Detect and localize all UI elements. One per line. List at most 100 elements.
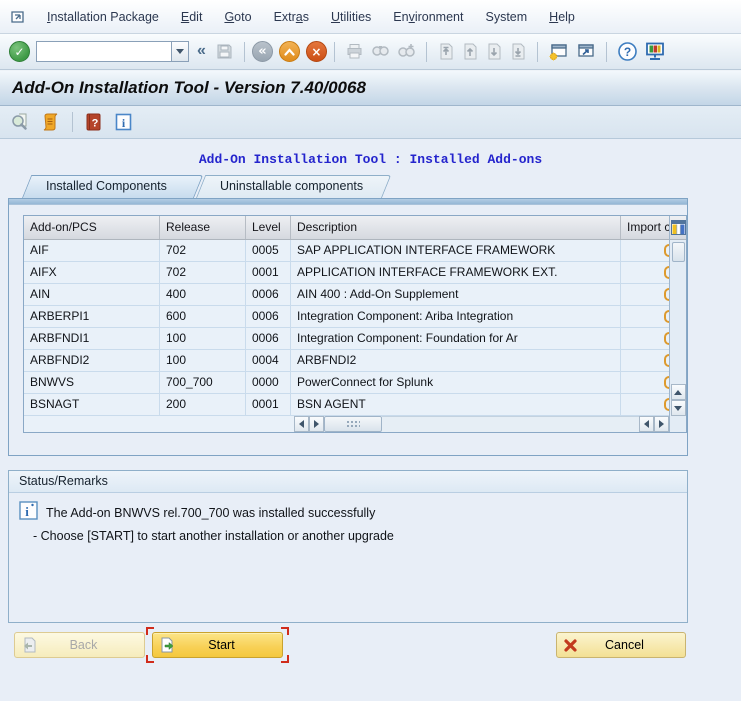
cell-description[interactable]: AIN 400 : Add-On Supplement	[291, 284, 621, 305]
cancel-button[interactable]: Cancel	[556, 632, 686, 658]
menu-utilities[interactable]: Utilities	[320, 7, 382, 27]
vertical-scroll-track[interactable]	[670, 262, 686, 384]
menu-edit[interactable]: Edit	[170, 7, 214, 27]
next-page-icon[interactable]	[485, 42, 503, 61]
cell-import-status[interactable]	[621, 240, 669, 261]
scroll-down-icon[interactable]	[671, 400, 686, 416]
start-button[interactable]: Start	[152, 632, 283, 658]
cell-level[interactable]: 0006	[246, 328, 291, 349]
back-icon[interactable]: «	[252, 41, 273, 62]
table-row[interactable]: BNWVS700_7000000PowerConnect for Splunk	[24, 372, 669, 394]
column-header-import[interactable]: Import c	[621, 216, 669, 239]
cell-level[interactable]: 0004	[246, 350, 291, 371]
back-button[interactable]: Back	[14, 632, 145, 658]
cell-addon[interactable]: BNWVS	[24, 372, 160, 393]
tab-installed-components[interactable]: Installed Components	[22, 175, 194, 198]
table-row[interactable]: ARBFNDI21000004ARBFNDI2	[24, 350, 669, 372]
logs-icon[interactable]	[41, 112, 61, 132]
system-menu-icon[interactable]	[10, 9, 28, 25]
cell-release[interactable]: 200	[160, 394, 246, 415]
check-icon[interactable]	[10, 112, 30, 132]
horizontal-scroll-track[interactable]	[382, 416, 639, 432]
cell-release[interactable]: 702	[160, 240, 246, 261]
cell-level[interactable]: 0001	[246, 262, 291, 283]
cell-release[interactable]: 700_700	[160, 372, 246, 393]
cell-description[interactable]: Integration Component: Foundation for Ar	[291, 328, 621, 349]
scroll-right-end-icon[interactable]	[654, 416, 669, 432]
cell-release[interactable]: 702	[160, 262, 246, 283]
exit-icon[interactable]	[279, 41, 300, 62]
customize-layout-icon[interactable]	[644, 41, 666, 62]
cell-level[interactable]: 0005	[246, 240, 291, 261]
cancel-icon[interactable]: ×	[306, 41, 327, 62]
cell-release[interactable]: 400	[160, 284, 246, 305]
help-icon[interactable]: ?	[617, 41, 638, 62]
first-page-icon[interactable]	[437, 42, 455, 61]
table-row[interactable]: AIF7020005SAP APPLICATION INTERFACE FRAM…	[24, 240, 669, 262]
print-icon[interactable]	[345, 42, 364, 61]
menu-extras[interactable]: Extras	[263, 7, 320, 27]
cell-import-status[interactable]	[621, 284, 669, 305]
cell-import-status[interactable]	[621, 328, 669, 349]
cell-import-status[interactable]	[621, 306, 669, 327]
table-row[interactable]: BSNAGT2000001BSN AGENT	[24, 394, 669, 416]
save-icon[interactable]	[215, 42, 234, 61]
command-dropdown-icon[interactable]	[171, 41, 189, 62]
find-icon[interactable]	[370, 42, 390, 61]
cell-description[interactable]: PowerConnect for Splunk	[291, 372, 621, 393]
cell-addon[interactable]: AIFX	[24, 262, 160, 283]
table-row[interactable]: AIFX7020001APPLICATION INTERFACE FRAMEWO…	[24, 262, 669, 284]
new-session-icon[interactable]	[548, 42, 569, 61]
cell-addon[interactable]: ARBERPI1	[24, 306, 160, 327]
menu-environment[interactable]: Environment	[382, 7, 474, 27]
documentation-icon[interactable]: ?	[84, 112, 103, 132]
cell-addon[interactable]: AIN	[24, 284, 160, 305]
cell-description[interactable]: SAP APPLICATION INTERFACE FRAMEWORK	[291, 240, 621, 261]
scroll-up-icon[interactable]	[671, 384, 686, 400]
collapse-icon[interactable]: «	[197, 42, 206, 60]
cell-import-status[interactable]	[621, 372, 669, 393]
table-row[interactable]: AIN4000006AIN 400 : Add-On Supplement	[24, 284, 669, 306]
command-input[interactable]	[36, 41, 171, 62]
tab-uninstallable-components[interactable]: Uninstallable components	[196, 175, 382, 198]
cell-level[interactable]: 0001	[246, 394, 291, 415]
column-header-level[interactable]: Level	[246, 216, 291, 239]
cell-release[interactable]: 100	[160, 328, 246, 349]
menu-help[interactable]: Help	[538, 7, 586, 27]
horizontal-scroll-thumb[interactable]	[324, 416, 382, 432]
table-row[interactable]: ARBFNDI11000006Integration Component: Fo…	[24, 328, 669, 350]
cell-description[interactable]: BSN AGENT	[291, 394, 621, 415]
menu-goto[interactable]: Goto	[213, 7, 262, 27]
cell-import-status[interactable]	[621, 262, 669, 283]
cell-level[interactable]: 0000	[246, 372, 291, 393]
column-header-description[interactable]: Description	[291, 216, 621, 239]
table-row[interactable]: ARBERPI16000006Integration Component: Ar…	[24, 306, 669, 328]
find-next-icon[interactable]	[396, 42, 416, 61]
table-settings-icon[interactable]	[670, 216, 686, 240]
vertical-scroll-thumb[interactable]	[672, 242, 685, 262]
cell-import-status[interactable]	[621, 394, 669, 415]
create-shortcut-icon[interactable]	[575, 42, 596, 61]
cell-level[interactable]: 0006	[246, 284, 291, 305]
menu-system[interactable]: System	[474, 7, 538, 27]
cell-description[interactable]: ARBFNDI2	[291, 350, 621, 371]
scroll-right-icon[interactable]	[309, 416, 324, 432]
information-icon[interactable]: i	[114, 112, 133, 132]
cell-import-status[interactable]	[621, 350, 669, 371]
scroll-left-icon[interactable]	[294, 416, 309, 432]
cell-release[interactable]: 100	[160, 350, 246, 371]
menu-installation-package[interactable]: Installation Package	[36, 7, 170, 27]
cell-addon[interactable]: AIF	[24, 240, 160, 261]
enter-icon[interactable]: ✓	[9, 41, 30, 62]
cell-addon[interactable]: ARBFNDI2	[24, 350, 160, 371]
cell-level[interactable]: 0006	[246, 306, 291, 327]
last-page-icon[interactable]	[509, 42, 527, 61]
cell-release[interactable]: 600	[160, 306, 246, 327]
cell-addon[interactable]: ARBFNDI1	[24, 328, 160, 349]
scroll-left-end-icon[interactable]	[639, 416, 654, 432]
column-header-release[interactable]: Release	[160, 216, 246, 239]
cell-description[interactable]: APPLICATION INTERFACE FRAMEWORK EXT.	[291, 262, 621, 283]
cell-addon[interactable]: BSNAGT	[24, 394, 160, 415]
cell-description[interactable]: Integration Component: Ariba Integration	[291, 306, 621, 327]
previous-page-icon[interactable]	[461, 42, 479, 61]
